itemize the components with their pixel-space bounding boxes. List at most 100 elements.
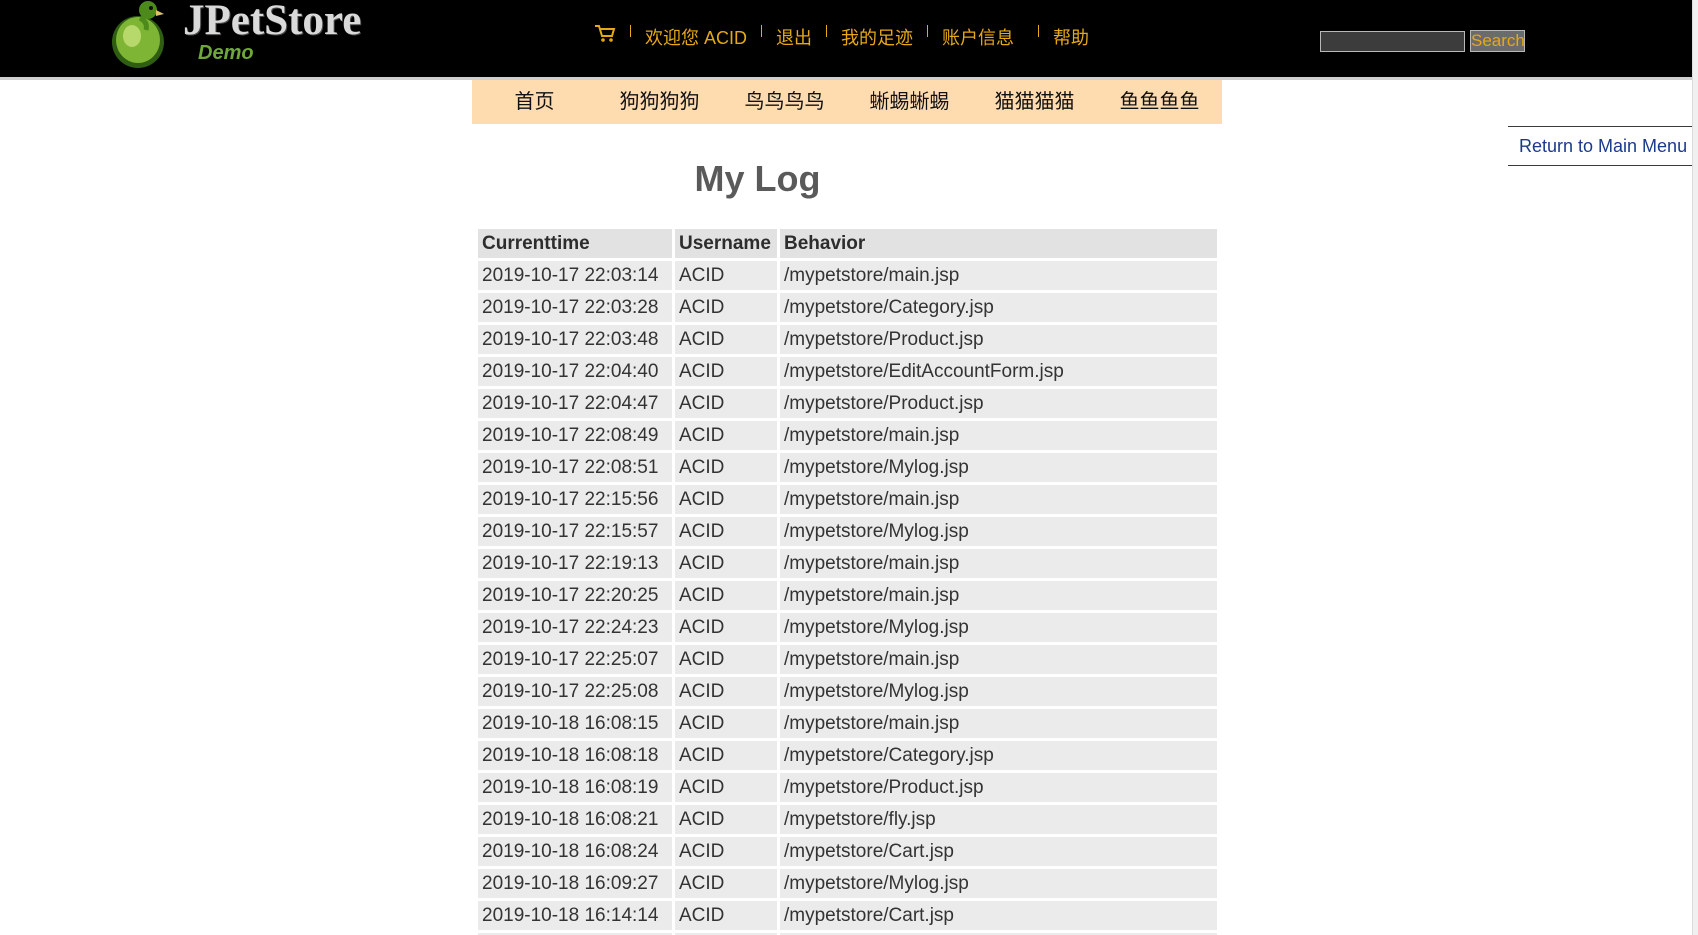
cart-icon[interactable] [594, 23, 616, 43]
cell-currenttime: 2019-10-17 22:15:57 [478, 517, 672, 546]
table-row: 2019-10-17 22:03:28 ACID/mypetstore/Categ… [478, 293, 1217, 322]
cell-username: ACID [675, 773, 777, 802]
cell-username: ACID [675, 357, 777, 386]
category-fish[interactable]: 鱼鱼鱼鱼 [1097, 80, 1222, 124]
cell-currenttime: 2019-10-17 22:08:49 [478, 421, 672, 450]
cell-username: ACID [675, 869, 777, 898]
cell-username: ACID [675, 805, 777, 834]
cell-currenttime: 2019-10-18 16:08:24 [478, 837, 672, 866]
header-behavior: Behavior [780, 229, 1217, 258]
return-to-main-menu-link[interactable]: Return to Main Menu [1508, 126, 1698, 166]
cell-username: ACID [675, 709, 777, 738]
table-row: 2019-10-17 22:08:49 ACID/mypetstore/main.… [478, 421, 1217, 450]
cell-currenttime: 2019-10-18 16:08:15 [478, 709, 672, 738]
cell-behavior: /mypetstore/main.jsp [780, 645, 1217, 674]
cell-username: ACID [675, 901, 777, 930]
cell-currenttime: 2019-10-17 22:04:40 [478, 357, 672, 386]
cell-currenttime: 2019-10-17 22:24:23 [478, 613, 672, 642]
parrot-logo-icon [112, 1, 164, 68]
cell-behavior: /mypetstore/fly.jsp [780, 805, 1217, 834]
category-nav: 首页 狗狗狗狗 鸟鸟鸟鸟 蜥蜴蜥蜴 猫猫猫猫 鱼鱼鱼鱼 [472, 80, 1222, 124]
cell-behavior: /mypetstore/Category.jsp [780, 293, 1217, 322]
table-row: 2019-10-17 22:08:51 ACID/mypetstore/Mylog… [478, 453, 1217, 482]
cell-currenttime: 2019-10-17 22:03:28 [478, 293, 672, 322]
menu-separator [761, 25, 763, 37]
cell-username: ACID [675, 549, 777, 578]
table-row: 2019-10-17 22:24:23 ACID/mypetstore/Mylog… [478, 613, 1217, 642]
menu-separator [927, 25, 929, 37]
cell-username: ACID [675, 741, 777, 770]
cell-behavior: /mypetstore/Mylog.jsp [780, 677, 1217, 706]
cell-username: ACID [675, 325, 777, 354]
logout-link[interactable]: 退出 [776, 24, 812, 50]
table-header-row: Currenttime Username Behavior [478, 229, 1217, 258]
cell-currenttime: 2019-10-17 22:25:07 [478, 645, 672, 674]
cell-currenttime: 2019-10-17 22:25:08 [478, 677, 672, 706]
cell-username: ACID [675, 421, 777, 450]
page-title: My Log [694, 158, 821, 199]
cell-currenttime: 2019-10-17 22:20:25 [478, 581, 672, 610]
cell-behavior: /mypetstore/Product.jsp [780, 773, 1217, 802]
cell-currenttime: 2019-10-17 22:19:13 [478, 549, 672, 578]
footprint-link[interactable]: 我的足迹 [841, 24, 913, 50]
cell-behavior: /mypetstore/Cart.jsp [780, 901, 1217, 930]
cell-behavior: /mypetstore/main.jsp [780, 549, 1217, 578]
header-bar: JPetStore Demo 欢迎您 ACID 退出 我的足迹 账户信息 帮助 … [0, 0, 1698, 80]
cell-behavior: /mypetstore/Mylog.jsp [780, 517, 1217, 546]
category-reptiles[interactable]: 蜥蜴蜥蜴 [847, 80, 972, 124]
search-button[interactable]: Search [1470, 30, 1525, 52]
cell-currenttime: 2019-10-17 22:03:14 [478, 261, 672, 290]
cell-behavior: /mypetstore/Category.jsp [780, 741, 1217, 770]
category-cats[interactable]: 猫猫猫猫 [972, 80, 1097, 124]
cell-currenttime: 2019-10-18 16:09:27 [478, 869, 672, 898]
category-dogs[interactable]: 狗狗狗狗 [597, 80, 722, 124]
cell-currenttime: 2019-10-17 22:03:48 [478, 325, 672, 354]
table-row: 2019-10-17 22:15:56 ACID/mypetstore/main.… [478, 485, 1217, 514]
cell-username: ACID [675, 261, 777, 290]
cell-username: ACID [675, 485, 777, 514]
table-row: 2019-10-18 16:08:15 ACID/mypetstore/main.… [478, 709, 1217, 738]
cell-currenttime: 2019-10-17 22:08:51 [478, 453, 672, 482]
cell-behavior: /mypetstore/Product.jsp [780, 389, 1217, 418]
table-row: 2019-10-18 16:14:14 ACID/mypetstore/Cart.… [478, 901, 1217, 930]
table-row: 2019-10-18 16:08:18 ACID/mypetstore/Categ… [478, 741, 1217, 770]
cell-username: ACID [675, 677, 777, 706]
cell-behavior: /mypetstore/main.jsp [780, 261, 1217, 290]
cell-behavior: /mypetstore/main.jsp [780, 485, 1217, 514]
cell-behavior: /mypetstore/Mylog.jsp [780, 613, 1217, 642]
cell-behavior: /mypetstore/Product.jsp [780, 325, 1217, 354]
menu-separator [826, 25, 828, 37]
store-logo[interactable]: JPetStore Demo [108, 0, 378, 70]
menu-separator [630, 25, 631, 37]
cell-currenttime: 2019-10-18 16:08:18 [478, 741, 672, 770]
table-row: 2019-10-18 16:08:21 ACID/mypetstore/fly.j… [478, 805, 1217, 834]
cell-behavior: /mypetstore/main.jsp [780, 581, 1217, 610]
header-username: Username [675, 229, 777, 258]
cell-username: ACID [675, 837, 777, 866]
logo-subtitle: Demo [198, 42, 254, 64]
category-birds[interactable]: 鸟鸟鸟鸟 [722, 80, 847, 124]
cell-currenttime: 2019-10-17 22:04:47 [478, 389, 672, 418]
table-row: 2019-10-17 22:15:57 ACID/mypetstore/Mylog… [478, 517, 1217, 546]
cell-currenttime: 2019-10-17 22:15:56 [478, 485, 672, 514]
page-scrollbar[interactable] [1692, 0, 1698, 935]
cell-behavior: /mypetstore/Cart.jsp [780, 837, 1217, 866]
table-row: 2019-10-18 16:08:24 ACID/mypetstore/Cart.… [478, 837, 1217, 866]
welcome-link[interactable]: 欢迎您 ACID [645, 24, 747, 50]
cell-currenttime: 2019-10-18 16:08:21 [478, 805, 672, 834]
table-row: 2019-10-17 22:04:47 ACID/mypetstore/Produ… [478, 389, 1217, 418]
table-row: 2019-10-17 22:19:13 ACID/mypetstore/main.… [478, 549, 1217, 578]
cell-behavior: /mypetstore/EditAccountForm.jsp [780, 357, 1217, 386]
category-home[interactable]: 首页 [472, 80, 597, 124]
table-row: 2019-10-17 22:03:48 ACID/mypetstore/Produ… [478, 325, 1217, 354]
menu-separator [1038, 25, 1040, 37]
account-info-link[interactable]: 账户信息 [942, 24, 1014, 50]
table-row: 2019-10-17 22:25:07 ACID/mypetstore/main.… [478, 645, 1217, 674]
cell-username: ACID [675, 389, 777, 418]
search-input[interactable] [1320, 31, 1465, 52]
table-row: 2019-10-18 16:09:27 ACID/mypetstore/Mylog… [478, 869, 1217, 898]
table-row: 2019-10-18 16:08:19 ACID/mypetstore/Produ… [478, 773, 1217, 802]
cell-currenttime: 2019-10-18 16:08:19 [478, 773, 672, 802]
help-link[interactable]: 帮助 [1053, 24, 1089, 50]
table-row: 2019-10-17 22:04:40 ACID/mypetstore/EditA… [478, 357, 1217, 386]
